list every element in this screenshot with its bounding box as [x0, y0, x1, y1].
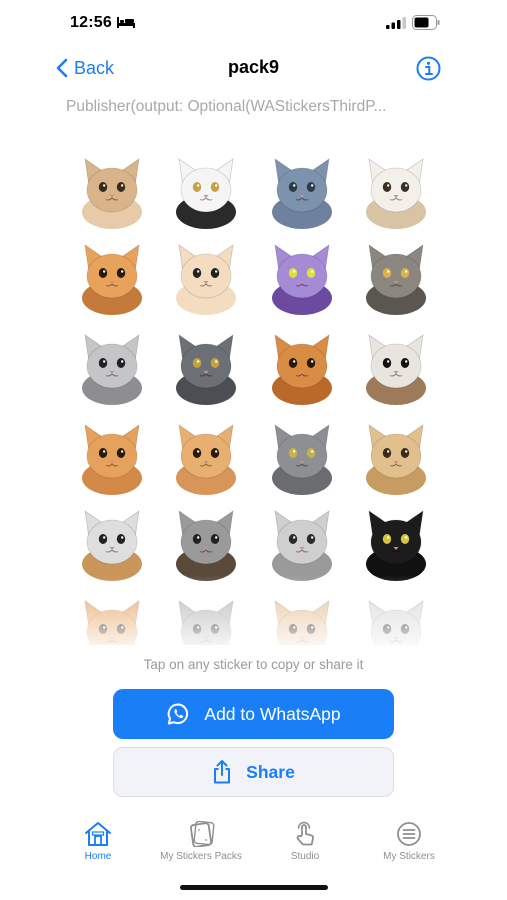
sticker-cartoon-cat[interactable]: [356, 416, 436, 496]
sticker-cat-bear-hat[interactable]: [72, 150, 152, 230]
signal-icon: [386, 17, 406, 29]
home-icon: [85, 822, 111, 846]
sticker-grey-cat[interactable]: [262, 416, 342, 496]
share-icon: [214, 760, 231, 784]
sticker-black-cat[interactable]: [356, 502, 436, 582]
add-to-whatsapp-button[interactable]: Add to WhatsApp: [113, 689, 394, 739]
sticker-orange-peek[interactable]: [72, 592, 152, 645]
sticker-upside-cat[interactable]: [166, 502, 246, 582]
bed-icon: [117, 17, 135, 28]
sticker-cream-peek[interactable]: [262, 592, 342, 645]
whatsapp-icon: [168, 703, 189, 725]
tab-studio[interactable]: Studio: [245, 815, 365, 862]
tap-hand-icon: [296, 821, 314, 846]
sticker-orange-cat[interactable]: [262, 326, 342, 406]
tab-my-stickers-label: My Stickers: [383, 851, 435, 862]
sticker-grey-yawn-cat[interactable]: [166, 326, 246, 406]
sticker-silver-tabby[interactable]: [262, 502, 342, 582]
navigation-bar: Back pack9: [0, 50, 507, 86]
tab-studio-label: Studio: [290, 851, 320, 862]
battery-icon: [412, 15, 440, 30]
sticker-fold-cat-basket[interactable]: [72, 502, 152, 582]
sticker-calico-glasses-cat[interactable]: [356, 326, 436, 406]
tab-my-stickers-packs[interactable]: My Stickers Packs: [141, 815, 261, 862]
sticker-grey-peek[interactable]: [166, 592, 246, 645]
tab-my-stickers-packs-label: My Stickers Packs: [160, 851, 242, 862]
sticker-kitten-walk[interactable]: [166, 416, 246, 496]
share-button[interactable]: Share: [113, 747, 394, 797]
sticker-pack-icon: [190, 821, 215, 847]
tab-home[interactable]: Home: [38, 815, 158, 862]
status-time: 12:56: [70, 14, 112, 31]
tab-my-stickers[interactable]: My Stickers: [349, 815, 469, 862]
sticker-purple-hat-cat[interactable]: [262, 236, 342, 316]
sticker-orange-hood-cat[interactable]: [72, 236, 152, 316]
info-icon[interactable]: [416, 56, 441, 81]
sticker-silver-cat[interactable]: [72, 326, 152, 406]
sticker-pixel-cat[interactable]: [166, 236, 246, 316]
share-label: Share: [246, 761, 295, 782]
sticker-kitten-orange[interactable]: [72, 416, 152, 496]
sticker-white-peek[interactable]: [356, 592, 436, 645]
add-to-whatsapp-label: Add to WhatsApp: [204, 703, 341, 724]
sticker-white-cat[interactable]: [356, 150, 436, 230]
publisher-label: Publisher(output: Optional(WAStickersThi…: [66, 98, 387, 115]
list-icon: [397, 822, 421, 846]
home-indicator: [180, 885, 328, 890]
sticker-tuxedo-cat[interactable]: [166, 150, 246, 230]
sticker-tabby-cat[interactable]: [356, 236, 436, 316]
tab-home-label: Home: [84, 851, 112, 862]
sticker-blue-cat[interactable]: [262, 150, 342, 230]
status-bar: 12:56: [0, 0, 507, 46]
hint-text: Tap on any sticker to copy or share it: [143, 657, 364, 672]
sticker-grid: [62, 145, 452, 645]
tab-bar: Home My Stickers Packs Studio My Sticker…: [0, 815, 507, 875]
